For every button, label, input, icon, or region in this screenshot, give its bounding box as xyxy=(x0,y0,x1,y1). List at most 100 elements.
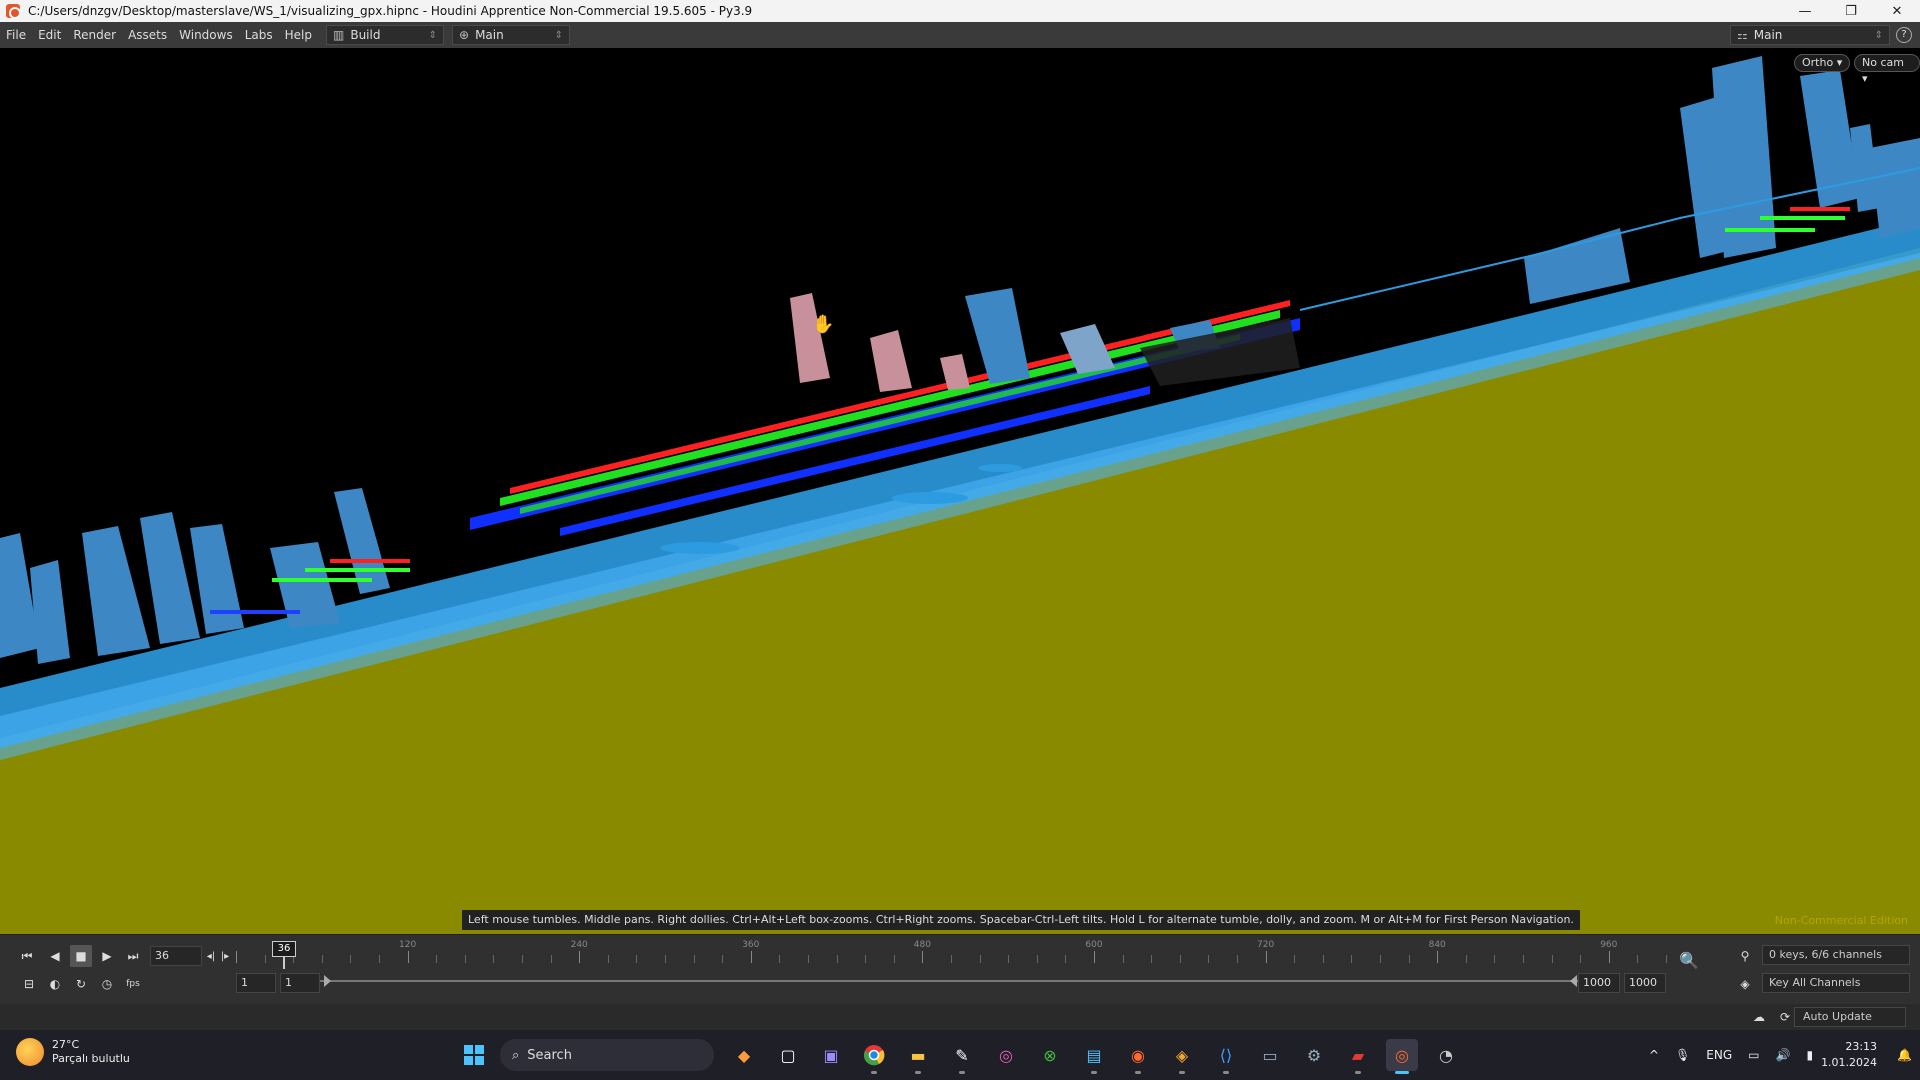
weather-temp: 27°C xyxy=(52,1038,80,1051)
ruler-tick xyxy=(1065,955,1067,963)
instagram-icon[interactable]: ◎ xyxy=(990,1039,1022,1071)
language-indicator[interactable]: ENG xyxy=(1706,1048,1732,1062)
close-button[interactable]: ✕ xyxy=(1874,0,1920,22)
range-end-field[interactable]: 1000 xyxy=(1578,973,1620,993)
key-all-channels-button[interactable]: Key All Channels xyxy=(1762,973,1910,993)
clock-time: 23:13 xyxy=(1845,1040,1878,1053)
ruler-tick xyxy=(1580,955,1582,963)
menu-file[interactable]: File xyxy=(0,22,32,48)
camera-menu-button[interactable]: No cam ▾ xyxy=(1854,54,1920,85)
auto-update-dropdown[interactable]: Auto Update xyxy=(1794,1007,1906,1027)
step-forward-button[interactable]: |▸ xyxy=(214,945,236,967)
current-frame-field[interactable]: 36 xyxy=(150,946,202,966)
key-search-icon[interactable]: 🔍 xyxy=(1678,949,1700,971)
weather-widget[interactable]: 27°C Parçalı bulutlu xyxy=(16,1038,130,1066)
minimize-button[interactable]: — xyxy=(1782,0,1828,22)
range-end-handle[interactable] xyxy=(1570,975,1577,987)
system-tray: ^ 🎙 ENG ▭ 🔊 ▮ 23:13 1.01.2024 🔔 xyxy=(1641,1030,1920,1080)
ruler-tick xyxy=(464,955,466,963)
taskbar-search[interactable]: ⌕ Search xyxy=(500,1039,714,1071)
weather-desc: Parçalı bulutlu xyxy=(52,1052,130,1065)
jump-to-end-button[interactable]: ⏭ xyxy=(122,945,144,967)
range-start-handle[interactable] xyxy=(324,975,331,987)
network-icon[interactable]: ▭ xyxy=(1748,1048,1759,1062)
ruler-tick xyxy=(1523,955,1524,963)
realtime-toggle-icon[interactable]: ⊟ xyxy=(18,973,40,995)
notification-bell-icon[interactable]: 🔔 xyxy=(1897,1048,1912,1062)
range-start-field-2[interactable]: 1 xyxy=(280,973,320,993)
volume-icon[interactable]: 🔊 xyxy=(1776,1048,1791,1062)
start-button[interactable] xyxy=(458,1039,490,1071)
xbox-icon[interactable]: ⊗ xyxy=(1034,1039,1066,1071)
houdini-launcher-icon[interactable]: ◉ xyxy=(1122,1039,1154,1074)
ruler-tick xyxy=(979,955,981,963)
target-icon: ⊕ xyxy=(459,28,470,42)
fps-icon[interactable]: fps xyxy=(122,973,144,995)
git-icon[interactable]: ◈ xyxy=(1166,1039,1198,1074)
microphone-icon[interactable]: 🎙 xyxy=(1675,1048,1690,1062)
clock-date: 1.01.2024 xyxy=(1821,1056,1878,1069)
inkscape-icon[interactable]: ✎ xyxy=(946,1039,978,1074)
sync-icon: ⟳ xyxy=(1779,1010,1791,1024)
help-icon[interactable]: ? xyxy=(1896,27,1912,43)
clock-icon[interactable]: ◷ xyxy=(96,973,118,995)
ruler-tick xyxy=(1237,955,1238,963)
audio-icon[interactable]: ◐ xyxy=(44,973,66,995)
workspace-selector-main[interactable]: ⚏ Main ⇕ xyxy=(1730,25,1890,45)
keys-status[interactable]: 0 keys, 6/6 channels xyxy=(1762,945,1910,965)
menu-render[interactable]: Render xyxy=(67,22,122,48)
frame-ruler[interactable]: 120 240 360 480 600 720 840 960 xyxy=(236,940,1667,969)
chrome-icon[interactable] xyxy=(858,1039,890,1074)
scene-viewport[interactable]: Ortho ▾ No cam ▾ ✋ Left mouse tumbles. M… xyxy=(0,48,1920,934)
copilot-icon[interactable]: ◆ xyxy=(728,1039,760,1071)
loop-icon[interactable]: ↻ xyxy=(70,973,92,995)
terminal-icon[interactable]: ▭ xyxy=(1254,1039,1286,1071)
play-backward-button[interactable]: ◀ xyxy=(44,945,66,967)
menu-help[interactable]: Help xyxy=(279,22,318,48)
timeline-panel: ⏮ ◀ ■ ▶ ⏭ 36 ◂| |▸ 120 240 360 480 600 720 840… xyxy=(0,934,1920,1004)
playhead[interactable]: 36 xyxy=(272,941,296,957)
ruler-tick xyxy=(636,955,638,963)
maximize-button[interactable]: ❐ xyxy=(1828,0,1874,22)
ruler-tick xyxy=(1265,951,1267,963)
tray-overflow-icon[interactable]: ^ xyxy=(1649,1048,1659,1062)
ruler-tick xyxy=(1036,955,1038,963)
desktop-selector-main[interactable]: ⊕ Main ⇕ xyxy=(452,25,570,45)
key-icon[interactable]: ◈ xyxy=(1734,973,1756,995)
menu-assets[interactable]: Assets xyxy=(122,22,173,48)
ruler-tick xyxy=(1208,955,1210,963)
ruler-tick xyxy=(1294,955,1296,963)
range-start-field[interactable]: 1 xyxy=(236,973,276,993)
ruler-label: 480 xyxy=(913,940,931,950)
range-end-field-2[interactable]: 1000 xyxy=(1624,973,1666,993)
notepad-icon[interactable]: ▤ xyxy=(1078,1039,1110,1074)
ruler-label: 120 xyxy=(399,940,417,950)
task-view-icon[interactable]: ▢ xyxy=(772,1039,804,1071)
desktop-selector-build[interactable]: ▥ Build ⇕ xyxy=(326,25,444,45)
houdini-taskbar-icon[interactable]: ◎ xyxy=(1386,1039,1418,1074)
viewport-hint: Left mouse tumbles. Middle pans. Right d… xyxy=(462,910,1580,930)
record-icon[interactable]: ◔ xyxy=(1430,1039,1462,1071)
settings-icon[interactable]: ⚙ xyxy=(1298,1039,1330,1071)
range-slider-track[interactable] xyxy=(320,980,1580,982)
projection-menu-button[interactable]: Ortho ▾ xyxy=(1794,54,1851,72)
clock[interactable]: 23:13 1.01.2024 xyxy=(1821,1039,1877,1071)
ruler-label: 240 xyxy=(570,940,588,950)
ruler-tick xyxy=(321,955,323,963)
menu-windows[interactable]: Windows xyxy=(173,22,239,48)
menu-edit[interactable]: Edit xyxy=(32,22,67,48)
ruler-label: 960 xyxy=(1600,940,1618,950)
jump-to-start-button[interactable]: ⏮ xyxy=(16,945,38,967)
teams-icon[interactable]: ▣ xyxy=(815,1039,847,1071)
status-strip: ☁ ⟳ Auto Update xyxy=(0,1004,1920,1030)
file-explorer-icon[interactable]: ▬ xyxy=(902,1039,934,1074)
battery-icon[interactable]: ▮ xyxy=(1806,1048,1813,1062)
menu-labs[interactable]: Labs xyxy=(239,22,279,48)
channel-filter-icon[interactable]: ⚲ xyxy=(1734,945,1756,967)
stop-button[interactable]: ■ xyxy=(70,945,92,967)
play-forward-button[interactable]: ▶ xyxy=(96,945,118,967)
vscode-icon[interactable]: ⟨⟩ xyxy=(1210,1039,1242,1074)
pdf-reader-icon[interactable]: ▰ xyxy=(1342,1039,1374,1074)
ruler-tick xyxy=(722,955,724,963)
ruler-tick xyxy=(1437,951,1439,963)
